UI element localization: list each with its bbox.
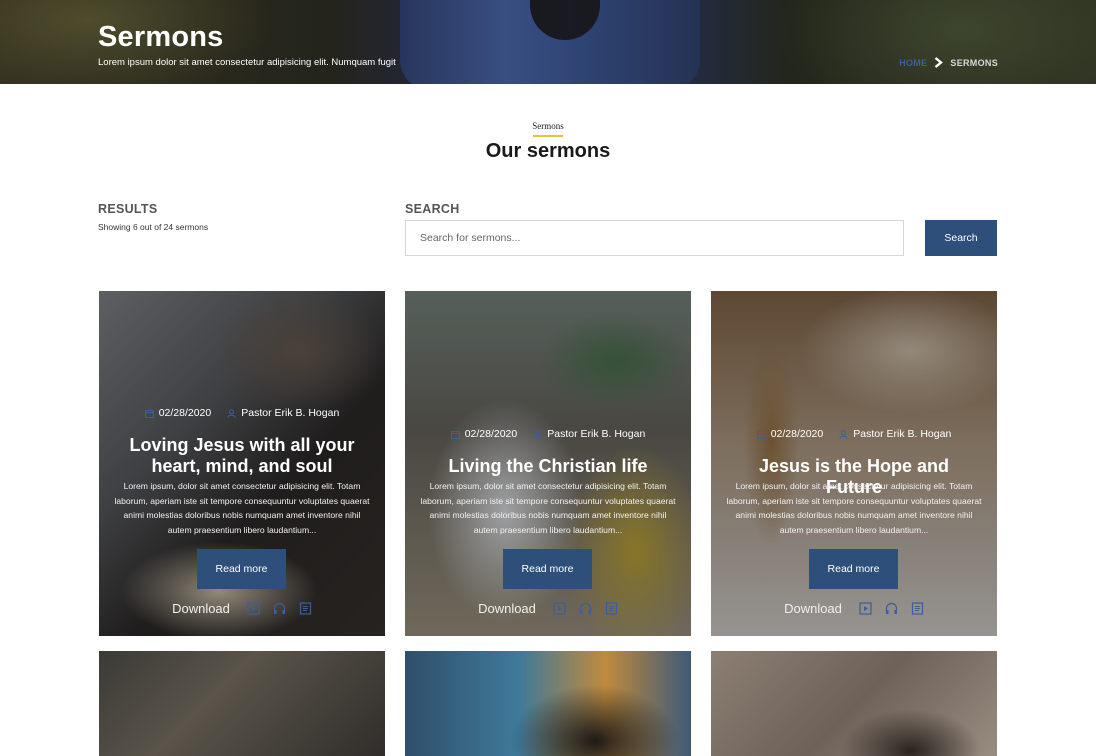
download-row: Download [405, 601, 691, 616]
user-icon [533, 429, 542, 439]
hero-background-image [400, 0, 700, 84]
breadcrumb: HOME SERMONS [899, 57, 998, 68]
sermon-meta: 02/28/2020 Pastor Erik B. Hogan [99, 407, 385, 419]
results-count: Showing 6 out of 24 sermons [98, 222, 209, 232]
sermon-meta: 02/28/2020 Pastor Erik B. Hogan [711, 428, 997, 440]
search-label: SEARCH [405, 202, 460, 216]
headphones-icon[interactable] [885, 602, 898, 615]
user-icon [227, 408, 236, 418]
read-more-button[interactable]: Read more [809, 549, 898, 589]
document-icon[interactable] [911, 602, 924, 615]
sermon-pastor: Pastor Erik B. Hogan [547, 428, 646, 440]
section-title: Our sermons [485, 140, 611, 162]
sermon-card-thumbnail [405, 651, 691, 756]
download-label: Download [478, 601, 536, 616]
breadcrumb-current: SERMONS [950, 57, 998, 68]
sermon-card-thumbnail [711, 651, 997, 756]
headphones-icon[interactable] [273, 602, 286, 615]
search-input[interactable] [405, 220, 904, 256]
user-icon [839, 429, 848, 439]
sermon-title[interactable]: Living the Christian life [425, 456, 671, 477]
read-more-button[interactable]: Read more [503, 549, 592, 589]
sermon-card: 02/28/2020 Pastor Erik B. Hogan Loving J… [99, 291, 385, 636]
page-subtitle: Lorem ipsum dolor sit amet consectetur a… [98, 57, 396, 68]
calendar-icon [450, 430, 460, 439]
sermon-pastor: Pastor Erik B. Hogan [241, 407, 340, 419]
section-underline [533, 135, 563, 137]
sermon-pastor: Pastor Erik B. Hogan [853, 428, 952, 440]
headphones-icon[interactable] [579, 602, 592, 615]
sermon-excerpt: Lorem ipsum, dolor sit amet consectetur … [726, 481, 982, 535]
download-row: Download [99, 601, 385, 616]
video-icon[interactable] [859, 602, 872, 615]
sermon-date: 02/28/2020 [158, 407, 212, 419]
download-label: Download [172, 601, 230, 616]
sermon-card: 02/28/2020 Pastor Erik B. Hogan Living t… [405, 291, 691, 636]
breadcrumb-home-link[interactable]: HOME [899, 58, 927, 68]
calendar-icon [756, 430, 766, 439]
sermon-title[interactable]: Loving Jesus with all your heart, mind, … [119, 435, 365, 477]
download-row: Download [711, 601, 997, 616]
section-eyebrow: Sermons [532, 121, 564, 131]
calendar-icon [144, 409, 154, 418]
sermon-date: 02/28/2020 [464, 428, 518, 440]
document-icon[interactable] [605, 602, 618, 615]
sermon-card-thumbnail [99, 651, 385, 756]
video-icon[interactable] [247, 602, 260, 615]
sermon-card: 02/28/2020 Pastor Erik B. Hogan Jesus is… [711, 291, 997, 636]
document-icon[interactable] [299, 602, 312, 615]
sermon-excerpt: Lorem ipsum, dolor sit amet consectetur … [420, 481, 676, 535]
page-title: Sermons [98, 21, 224, 53]
sermon-excerpt: Lorem ipsum, dolor sit amet consectetur … [114, 481, 370, 535]
sermon-meta: 02/28/2020 Pastor Erik B. Hogan [405, 428, 691, 440]
download-label: Download [784, 601, 842, 616]
sermon-date: 02/28/2020 [770, 428, 824, 440]
video-icon[interactable] [553, 602, 566, 615]
results-label: RESULTS [98, 202, 158, 216]
search-button[interactable]: Search [925, 220, 997, 256]
read-more-button[interactable]: Read more [197, 549, 286, 589]
chevron-right-icon [934, 57, 944, 68]
